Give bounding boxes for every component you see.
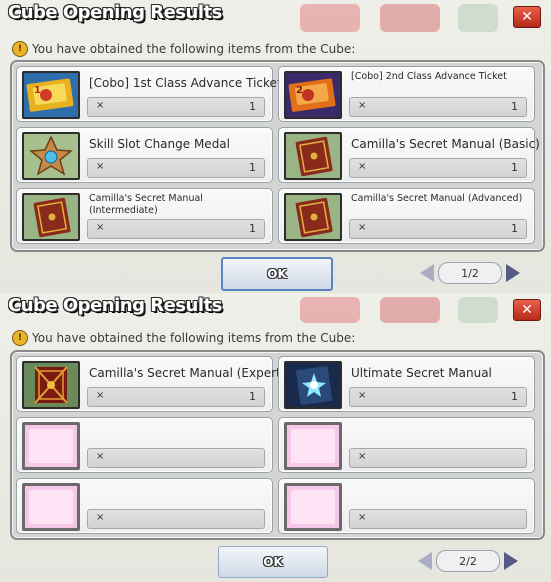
info-icon: ! [12, 330, 28, 346]
page-indicator: 1/2 [438, 262, 502, 284]
item-slot[interactable]: 1 [Cobo] 1st Class Advance Ticket × 1 [16, 66, 282, 122]
ok-label: OK [267, 267, 287, 281]
item-name: [Cobo] 2nd Class Advance Ticket [351, 71, 507, 82]
item-slot-empty[interactable]: × [16, 478, 273, 534]
multiply-icon: × [96, 100, 105, 111]
item-slot[interactable]: Ultimate Secret Manual × 1 [278, 356, 535, 412]
prev-page-arrow-icon[interactable] [420, 264, 434, 282]
item-quantity: × [87, 509, 265, 529]
empty-slot-icon [284, 483, 342, 531]
multiply-icon: × [358, 451, 367, 462]
item-slot-empty[interactable]: × [278, 417, 535, 473]
dialog-title: Cube Opening Results [8, 2, 222, 23]
items-grid: Camilla's Secret Manual (Expert) × 1 Ulti… [10, 350, 545, 540]
quantity-value: 1 [249, 390, 256, 403]
item-slot[interactable]: Camilla's Secret Manual (Advanced) × 1 [278, 188, 535, 244]
multiply-icon: × [358, 390, 367, 401]
info-message: ! You have obtained the following items … [12, 40, 355, 58]
multiply-icon: × [96, 161, 105, 172]
ticket-gold-icon: 1 [22, 71, 80, 119]
item-name: Camilla's Secret Manual (Advanced) [351, 193, 523, 204]
item-name: Skill Slot Change Medal [89, 137, 230, 151]
empty-slot-icon [22, 422, 80, 470]
quantity-value: 1 [511, 161, 518, 174]
page-indicator: 2/2 [436, 550, 500, 572]
item-slot[interactable]: Camilla's Secret Manual (Basic) × 1 [278, 127, 540, 183]
item-quantity: × [349, 509, 527, 529]
ok-label: OK [263, 555, 283, 569]
quantity-value: 1 [249, 100, 256, 113]
svg-text:2: 2 [296, 85, 303, 96]
item-name: Ultimate Secret Manual [351, 366, 492, 380]
item-slot-empty[interactable]: × [16, 417, 273, 473]
multiply-icon: × [96, 390, 105, 401]
quantity-value: 1 [511, 100, 518, 113]
prev-page-arrow-icon[interactable] [418, 552, 432, 570]
info-text: You have obtained the following items fr… [32, 42, 356, 56]
close-icon: ✕ [521, 302, 533, 318]
ticket-orange-icon: 2 [284, 71, 342, 119]
item-quantity: × 1 [349, 219, 527, 239]
empty-slot-icon [22, 483, 80, 531]
item-quantity: × 1 [87, 387, 265, 407]
item-slot[interactable]: 2 [Cobo] 2nd Class Advance Ticket × 1 [278, 66, 535, 122]
multiply-icon: × [96, 451, 105, 462]
multiply-icon: × [358, 161, 367, 172]
item-name: Camilla's Secret Manual (Basic) [351, 137, 540, 151]
info-message: ! You have obtained the following items … [12, 329, 355, 347]
title-bar: Cube Opening Results ✕ [0, 293, 551, 323]
multiply-icon: × [358, 222, 367, 233]
item-slot[interactable]: Camilla's Secret Manual (Expert) × 1 [16, 356, 286, 412]
item-slot[interactable]: Camilla's Secret Manual (Intermediate) ×… [16, 188, 273, 244]
info-text: You have obtained the following items fr… [32, 331, 356, 345]
cube-results-dialog-page-1: Cube Opening Results ✕ ! You have obtain… [0, 0, 551, 293]
item-quantity: × 1 [87, 219, 265, 239]
ornate-book-icon [22, 361, 80, 409]
item-name: [Cobo] 1st Class Advance Ticket [89, 76, 282, 90]
cube-results-dialog-page-2: Cube Opening Results ✕ ! You have obtain… [0, 293, 551, 582]
pagination: 2/2 [418, 550, 518, 572]
next-page-arrow-icon[interactable] [504, 552, 518, 570]
ok-button[interactable]: OK [221, 257, 333, 291]
quantity-value: 1 [249, 222, 256, 235]
item-quantity: × 1 [87, 97, 265, 117]
ok-button[interactable]: OK [218, 546, 328, 578]
items-grid: 1 [Cobo] 1st Class Advance Ticket × 1 2 [… [10, 60, 545, 252]
item-quantity: × 1 [349, 158, 527, 178]
multiply-icon: × [358, 100, 367, 111]
quantity-value: 1 [511, 390, 518, 403]
star-medal-icon [22, 132, 80, 180]
item-quantity: × 1 [349, 97, 527, 117]
close-button[interactable]: ✕ [513, 299, 541, 321]
empty-slot-icon [284, 422, 342, 470]
multiply-icon: × [358, 512, 367, 523]
pagination: 1/2 [420, 262, 520, 284]
red-book-icon [284, 132, 342, 180]
close-icon: ✕ [521, 9, 533, 25]
multiply-icon: × [96, 512, 105, 523]
dialog-title: Cube Opening Results [8, 295, 222, 316]
item-quantity: × 1 [349, 387, 527, 407]
svg-text:1: 1 [34, 85, 41, 96]
red-book-icon [284, 193, 342, 241]
info-icon: ! [12, 41, 28, 57]
item-quantity: × [87, 448, 265, 468]
item-name: Camilla's Secret Manual (Intermediate) [89, 193, 203, 216]
blue-book-icon [284, 361, 342, 409]
quantity-value: 1 [249, 161, 256, 174]
quantity-value: 1 [511, 222, 518, 235]
multiply-icon: × [96, 222, 105, 233]
title-bar: Cube Opening Results ✕ [0, 0, 551, 30]
item-slot-empty[interactable]: × [278, 478, 535, 534]
close-button[interactable]: ✕ [513, 6, 541, 28]
item-quantity: × [349, 448, 527, 468]
item-name: Camilla's Secret Manual (Expert) [89, 366, 286, 380]
item-quantity: × 1 [87, 158, 265, 178]
red-book-icon [22, 193, 80, 241]
item-slot[interactable]: Skill Slot Change Medal × 1 [16, 127, 273, 183]
next-page-arrow-icon[interactable] [506, 264, 520, 282]
